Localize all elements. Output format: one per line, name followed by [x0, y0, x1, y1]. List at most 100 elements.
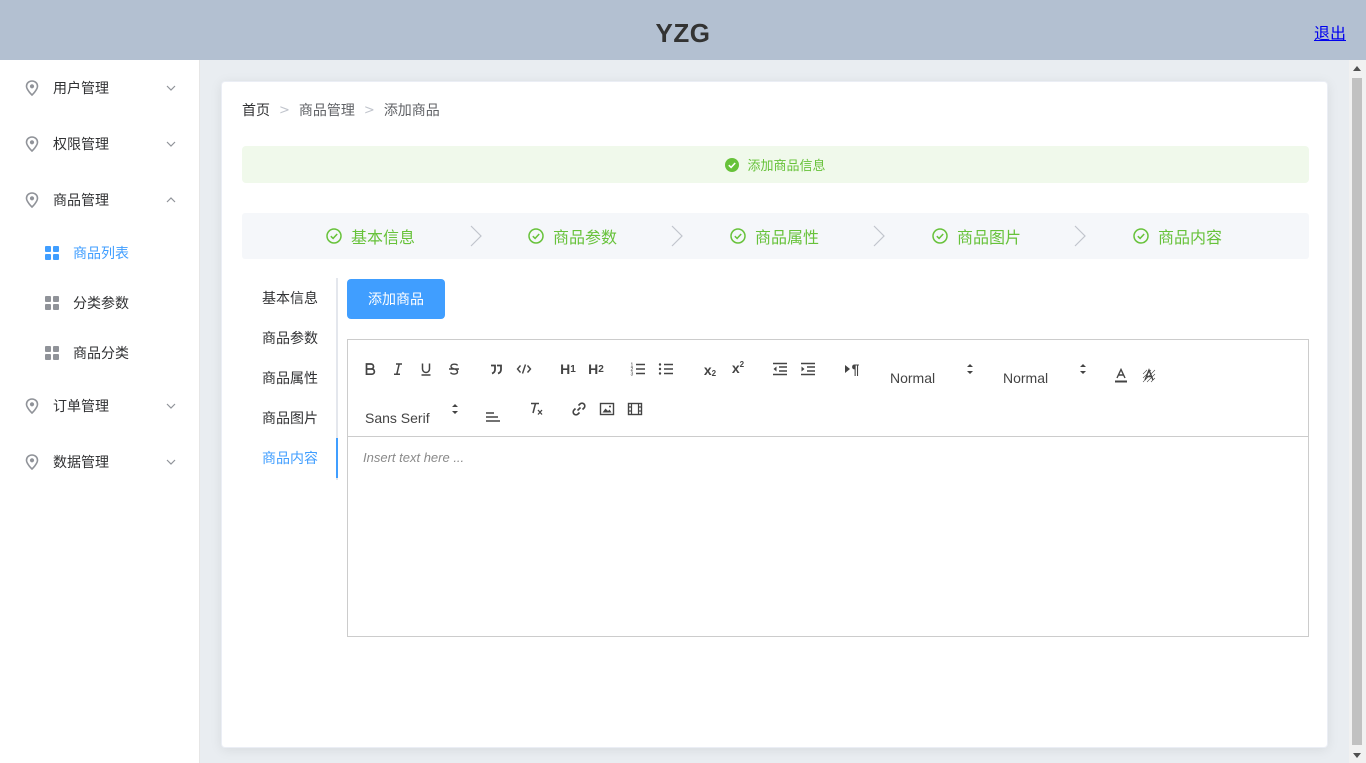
superscript-icon[interactable]: x2: [726, 357, 750, 379]
background-color-icon[interactable]: [1138, 365, 1160, 387]
info-alert: 添加商品信息: [242, 146, 1309, 183]
app-title: YZG: [655, 18, 711, 48]
font-picker[interactable]: Sans Serif: [365, 404, 465, 429]
tab-basic-info[interactable]: 基本信息: [242, 278, 336, 318]
blockquote-icon[interactable]: [485, 358, 507, 380]
step-goods-images: 商品图片: [932, 213, 1021, 259]
size-picker[interactable]: Normal: [890, 364, 980, 389]
sidebar-item-label: 用户管理: [53, 81, 109, 97]
sidebar-subitem-label: 商品分类: [73, 346, 129, 362]
indent-icon[interactable]: [797, 358, 819, 380]
sidebar-subitem-category-params[interactable]: 分类参数: [0, 278, 199, 328]
scroll-down-arrow-icon[interactable]: [1353, 753, 1361, 758]
step-arrow-icon: [1074, 225, 1086, 247]
tab-goods-params[interactable]: 商品参数: [242, 318, 336, 358]
page-scrollbar[interactable]: [1349, 60, 1366, 763]
ordered-list-icon[interactable]: 123: [627, 358, 649, 380]
tab-goods-content[interactable]: 商品内容: [242, 438, 338, 478]
text-color-icon[interactable]: [1110, 365, 1132, 387]
sidebar-subitem-label: 商品列表: [73, 246, 129, 262]
breadcrumb-separator-icon: >: [363, 102, 375, 118]
header-2-icon[interactable]: H2: [584, 358, 608, 380]
steps-bar: 基本信息 商品参数 商品属性 商品图片 商品内容: [242, 213, 1309, 259]
sidebar-item-data[interactable]: 数据管理: [0, 434, 199, 490]
header-picker[interactable]: Normal: [1003, 364, 1093, 389]
breadcrumb: 首页 > 商品管理 > 添加商品: [242, 100, 440, 120]
check-circle-outline-icon: [932, 228, 948, 244]
step-goods-content: 商品内容: [1133, 213, 1222, 259]
italic-icon[interactable]: [387, 358, 409, 380]
code-block-icon[interactable]: [513, 358, 535, 380]
bullet-list-icon[interactable]: [655, 358, 677, 380]
picker-arrows-icon: [1080, 364, 1086, 374]
main-card: 首页 > 商品管理 > 添加商品 添加商品信息 基本信息 商品参数 商品属性 商…: [221, 81, 1328, 748]
chevron-down-icon: [166, 403, 176, 409]
location-icon: [24, 80, 40, 96]
step-label: 基本信息: [351, 228, 416, 247]
editor-content-area[interactable]: Insert text here ...: [348, 437, 1308, 636]
outdent-icon[interactable]: [769, 358, 791, 380]
sidebar-item-goods[interactable]: 商品管理: [0, 172, 199, 228]
sidebar-item-orders[interactable]: 订单管理: [0, 378, 199, 434]
clear-format-icon[interactable]: [525, 398, 547, 420]
step-basic-info: 基本信息: [326, 213, 415, 259]
align-left-icon[interactable]: [482, 405, 504, 427]
check-circle-outline-icon: [730, 228, 746, 244]
scrollbar-thumb[interactable]: [1352, 78, 1362, 745]
header-picker-value: Normal: [1003, 370, 1049, 386]
header-1-icon[interactable]: H1: [556, 358, 580, 380]
step-label: 商品属性: [755, 228, 820, 247]
location-icon: [24, 136, 40, 152]
check-circle-outline-icon: [528, 228, 544, 244]
sidebar-subitem-goods-list[interactable]: 商品列表: [0, 228, 199, 278]
picker-arrows-icon: [967, 364, 973, 374]
image-icon[interactable]: [596, 398, 618, 420]
rich-text-editor: H1 H2 123 x2 x2 ¶ Normal Normal Sans Ser…: [347, 339, 1309, 637]
sidebar-item-users[interactable]: 用户管理: [0, 60, 199, 116]
breadcrumb-home[interactable]: 首页: [242, 100, 270, 120]
alert-text: 添加商品信息: [747, 159, 826, 174]
location-icon: [24, 192, 40, 208]
text-direction-icon[interactable]: ¶: [840, 358, 864, 380]
chevron-down-icon: [166, 141, 176, 147]
breadcrumb-add-goods: 添加商品: [383, 103, 440, 119]
picker-arrows-icon: [452, 404, 458, 414]
sidebar-item-label: 订单管理: [53, 399, 109, 415]
location-icon: [24, 398, 40, 414]
app-header: YZG 退出: [0, 0, 1366, 60]
menu-grid-icon: [44, 295, 60, 311]
check-circle-outline-icon: [1133, 228, 1149, 244]
tab-goods-images[interactable]: 商品图片: [242, 398, 336, 438]
check-circle-outline-icon: [326, 228, 342, 244]
sidebar-subitem-label: 分类参数: [73, 296, 129, 312]
add-goods-button[interactable]: 添加商品: [347, 279, 445, 319]
chevron-down-icon: [166, 85, 176, 91]
location-icon: [24, 454, 40, 470]
step-goods-attributes: 商品属性: [730, 213, 819, 259]
chevron-up-icon: [166, 197, 176, 203]
subscript-icon[interactable]: x2: [698, 359, 722, 381]
chevron-down-icon: [166, 459, 176, 465]
sidebar-item-label: 商品管理: [53, 193, 109, 209]
video-icon[interactable]: [624, 398, 646, 420]
underline-icon[interactable]: [415, 358, 437, 380]
font-picker-value: Sans Serif: [365, 410, 430, 426]
svg-text:3: 3: [631, 372, 634, 377]
tab-goods-attributes[interactable]: 商品属性: [242, 358, 336, 398]
editor-placeholder: Insert text here ...: [363, 450, 465, 465]
step-arrow-icon: [470, 225, 482, 247]
logout-link[interactable]: 退出: [1314, 20, 1346, 44]
step-arrow-icon: [671, 225, 683, 247]
step-label: 商品内容: [1158, 228, 1223, 247]
strikethrough-icon[interactable]: [443, 358, 465, 380]
sidebar-item-label: 权限管理: [53, 137, 109, 153]
sidebar-subitem-goods-category[interactable]: 商品分类: [0, 328, 199, 378]
vertical-tabs: 基本信息 商品参数 商品属性 商品图片 商品内容: [242, 278, 338, 480]
sidebar: 用户管理 权限管理 商品管理 商品列表 分类参数 商品分类 订单管理 数据管理: [0, 60, 200, 763]
sidebar-item-label: 数据管理: [53, 455, 109, 471]
bold-icon[interactable]: [359, 358, 381, 380]
scroll-up-arrow-icon[interactable]: [1353, 66, 1361, 71]
step-arrow-icon: [873, 225, 885, 247]
sidebar-item-permissions[interactable]: 权限管理: [0, 116, 199, 172]
link-icon[interactable]: [568, 398, 590, 420]
